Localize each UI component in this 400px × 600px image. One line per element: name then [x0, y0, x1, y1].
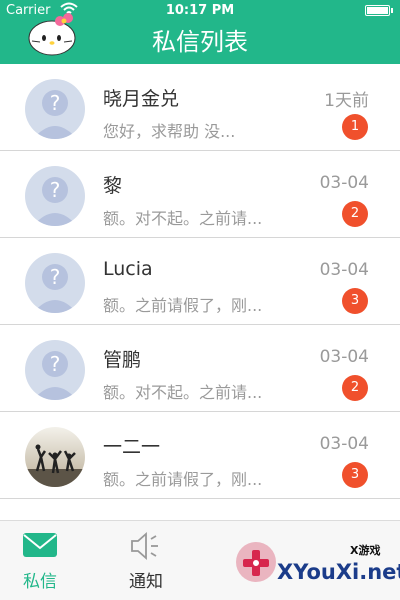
contact-name: Lucia — [103, 258, 153, 280]
gamepad-logo-icon — [236, 542, 276, 582]
message-row[interactable]: ? 黎 额。对不起。之前请... 03-04 2 — [0, 151, 400, 238]
default-avatar-icon: ? — [25, 340, 85, 400]
message-date: 03-04 — [319, 434, 369, 454]
tab-label: 通知 — [129, 572, 163, 592]
navigation-header: Carrier 10:17 PM 私信列表 — [0, 0, 400, 64]
message-preview: 额。对不起。之前请... — [103, 209, 263, 228]
message-row[interactable]: 一二一 额。之前请假了，刚... 03-04 3 — [0, 412, 400, 499]
message-preview: 额。之前请假了，刚... — [103, 470, 263, 489]
battery-cap — [391, 8, 393, 13]
tab-notifications[interactable]: 通知 — [106, 521, 186, 600]
unread-badge: 3 — [342, 288, 368, 314]
message-date: 1天前 — [324, 91, 369, 111]
default-avatar-icon: ? — [25, 253, 85, 313]
default-avatar-icon: ? — [25, 79, 85, 139]
contact-name: 黎 — [103, 175, 123, 197]
page-title: 私信列表 — [152, 28, 248, 56]
message-preview: 您好，求帮助 没... — [103, 122, 236, 141]
speaker-icon — [131, 532, 158, 560]
message-date: 03-04 — [319, 260, 369, 280]
mail-icon — [23, 533, 57, 557]
message-list[interactable]: ? 晓月金兑 您好，求帮助 没... 1天前 1 ? 黎 额。对不起。之前请..… — [0, 64, 400, 520]
unread-badge: 1 — [342, 114, 368, 140]
site-watermark: X游戏 XYouXi.net — [232, 530, 400, 594]
default-avatar-icon: ? — [25, 166, 85, 226]
message-row[interactable]: ? 管鹏 额。对不起。之前请... 03-04 2 — [0, 325, 400, 412]
message-row[interactable]: ? 晓月金兑 您好，求帮助 没... 1天前 1 — [0, 64, 400, 151]
unread-badge: 3 — [342, 462, 368, 488]
photo-avatar-icon — [25, 427, 85, 487]
battery-icon — [365, 5, 390, 16]
contact-name: 一二一 — [103, 436, 161, 458]
tab-messages[interactable]: 私信 — [0, 521, 80, 600]
message-row[interactable]: ? Lucia 额。之前请假了，刚... 03-04 3 — [0, 238, 400, 325]
svg-text:?: ? — [50, 265, 61, 289]
watermark-small-text: X游戏 — [350, 544, 381, 557]
svg-text:?: ? — [50, 91, 61, 115]
message-date: 03-04 — [319, 347, 369, 367]
svg-text:?: ? — [50, 178, 61, 202]
contact-name: 管鹏 — [103, 349, 142, 371]
contact-name: 晓月金兑 — [103, 88, 180, 110]
svg-text:?: ? — [50, 352, 61, 376]
message-preview: 额。之前请假了，刚... — [103, 296, 263, 315]
unread-badge: 2 — [342, 375, 368, 401]
tab-label: 私信 — [23, 572, 57, 592]
message-preview: 额。对不起。之前请... — [103, 383, 263, 402]
unread-badge: 2 — [342, 201, 368, 227]
message-date: 03-04 — [319, 173, 369, 193]
watermark-text: XYouXi.net — [277, 560, 400, 584]
